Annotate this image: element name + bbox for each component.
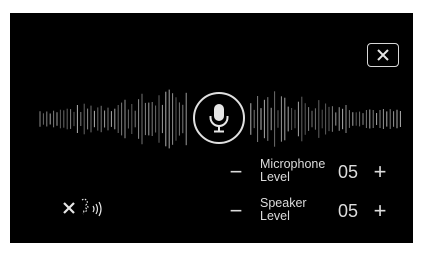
speaker-level-label-line2: Level [260, 209, 290, 223]
microphone-level-value: 05 [338, 162, 359, 182]
close-icon [377, 49, 389, 61]
voice-mute-icon[interactable] [62, 197, 110, 221]
close-button[interactable] [367, 43, 399, 67]
microphone-level-row: − Microphone Level 05 + [10, 155, 413, 189]
speaker-level-label: Speaker Level [260, 197, 335, 223]
speaker-level-decrease-button[interactable]: − [224, 194, 248, 228]
microphone-level-label: Microphone Level [260, 158, 335, 184]
speaker-level-increase-button[interactable]: + [368, 194, 392, 228]
microphone-level-label-line2: Level [260, 170, 290, 184]
voice-assistant-screen: − Microphone Level 05 + − Speaker Level … [10, 13, 413, 243]
microphone-level-increase-button[interactable]: + [368, 155, 392, 189]
speaker-level-value: 05 [338, 201, 359, 221]
microphone-button[interactable] [193, 92, 245, 144]
microphone-level-decrease-button[interactable]: − [224, 155, 248, 189]
microphone-icon [209, 104, 229, 133]
